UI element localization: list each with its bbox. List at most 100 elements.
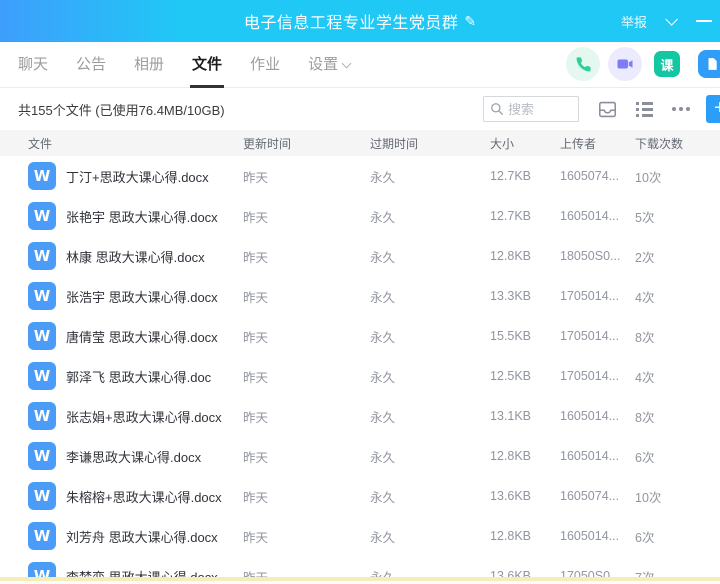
file-expire: 永久: [370, 367, 490, 386]
tab-chat[interactable]: 聊天: [18, 42, 48, 88]
file-uploader: 1705014...: [560, 369, 635, 383]
file-name: 张志娟+思政大课心得.docx: [66, 407, 222, 426]
table-header: 文件 更新时间 过期时间 大小 上传者 下载次数: [0, 130, 720, 156]
file-size: 12.7KB: [490, 209, 560, 223]
col-size[interactable]: 大小: [490, 135, 560, 152]
word-doc-icon: W: [28, 442, 56, 470]
word-doc-icon: W: [28, 402, 56, 430]
file-name: 丁汀+思政大课心得.docx: [66, 167, 209, 186]
tab-settings-label: 设置: [308, 56, 338, 73]
file-downloads: 6次: [635, 447, 720, 466]
col-downloads[interactable]: 下载次数: [635, 135, 720, 152]
col-uploader[interactable]: 上传者: [560, 135, 635, 152]
table-row[interactable]: W 张艳宇 思政大课心得.docx 昨天 永久 12.7KB 1605014..…: [0, 196, 720, 236]
file-uploader: 1605074...: [560, 489, 635, 503]
chevron-down-icon: [342, 58, 352, 68]
word-doc-icon: W: [28, 162, 56, 190]
search-input[interactable]: [508, 102, 570, 117]
file-expire: 永久: [370, 207, 490, 226]
file-name: 林康 思政大课心得.docx: [66, 247, 205, 266]
file-name: 郭泽飞 思政大课心得.doc: [66, 367, 211, 386]
video-camera-icon: [616, 55, 634, 73]
download-tray-button[interactable]: [598, 101, 617, 118]
tab-files[interactable]: 文件: [192, 42, 222, 88]
list-view-icon: [636, 102, 653, 105]
file-downloads: 8次: [635, 407, 720, 426]
file-updated: 昨天: [243, 407, 370, 426]
file-downloads: 4次: [635, 367, 720, 386]
file-size: 12.5KB: [490, 369, 560, 383]
tab-settings[interactable]: 设置: [308, 42, 350, 88]
file-uploader: 18050S0...: [560, 249, 635, 263]
table-row[interactable]: W 朱榕榕+思政大课心得.docx 昨天 永久 13.6KB 1605074..…: [0, 476, 720, 516]
qq-group-file-window: 电子信息工程专业学生党员群 ✎ 举报 聊天 公告 相册 文件 作业 设置: [0, 0, 720, 584]
file-uploader: 1605014...: [560, 529, 635, 543]
file-updated: 昨天: [243, 367, 370, 386]
col-file[interactable]: 文件: [28, 135, 243, 152]
word-doc-icon: W: [28, 522, 56, 550]
table-row[interactable]: W 刘芳舟 思政大课心得.docx 昨天 永久 12.8KB 1605014..…: [0, 516, 720, 556]
col-updated[interactable]: 更新时间: [243, 135, 370, 152]
file-updated: 昨天: [243, 167, 370, 186]
file-updated: 昨天: [243, 487, 370, 506]
list-view-button[interactable]: [636, 102, 653, 117]
inbox-tray-icon: [598, 101, 617, 118]
report-button[interactable]: 举报: [621, 12, 647, 31]
file-uploader: 1705014...: [560, 329, 635, 343]
file-size: 13.3KB: [490, 289, 560, 303]
docs-icon[interactable]: [698, 50, 720, 78]
table-row[interactable]: W 丁汀+思政大课心得.docx 昨天 永久 12.7KB 1605074...…: [0, 156, 720, 196]
table-row[interactable]: W 张浩宇 思政大课心得.docx 昨天 永久 13.3KB 1705014..…: [0, 276, 720, 316]
file-downloads: 8次: [635, 327, 720, 346]
file-downloads: 2次: [635, 247, 720, 266]
tab-homework[interactable]: 作业: [250, 42, 280, 88]
file-expire: 永久: [370, 407, 490, 426]
voice-call-button[interactable]: [566, 47, 600, 81]
table-row[interactable]: W 林康 思政大课心得.docx 昨天 永久 12.8KB 18050S0...…: [0, 236, 720, 276]
file-size: 12.7KB: [490, 169, 560, 183]
col-expire[interactable]: 过期时间: [370, 135, 490, 152]
doc-glyph-icon: [705, 57, 719, 71]
phone-icon: [575, 56, 592, 73]
upload-file-button[interactable]: +: [706, 95, 720, 123]
file-name: 张艳宇 思政大课心得.docx: [66, 207, 218, 226]
file-expire: 永久: [370, 487, 490, 506]
table-row[interactable]: W 郭泽飞 思政大课心得.doc 昨天 永久 12.5KB 1705014...…: [0, 356, 720, 396]
minimize-button[interactable]: [696, 20, 712, 22]
titlebar: 电子信息工程专业学生党员群 ✎ 举报: [0, 0, 720, 42]
call-icons-group: 课: [566, 47, 720, 81]
table-row[interactable]: W 张志娟+思政大课心得.docx 昨天 永久 13.1KB 1605014..…: [0, 396, 720, 436]
search-box[interactable]: [483, 96, 579, 122]
file-size: 12.8KB: [490, 249, 560, 263]
file-downloads: 10次: [635, 167, 720, 186]
word-doc-icon: W: [28, 482, 56, 510]
file-toolbar: 共155个文件 (已使用76.4MB/10GB): [0, 88, 720, 130]
file-expire: 永久: [370, 447, 490, 466]
file-name: 刘芳舟 思政大课心得.docx: [66, 527, 218, 546]
word-doc-icon: W: [28, 322, 56, 350]
file-uploader: 1605014...: [560, 449, 635, 463]
more-options-button[interactable]: [672, 107, 690, 111]
file-downloads: 4次: [635, 287, 720, 306]
file-size: 12.8KB: [490, 449, 560, 463]
file-size: 13.6KB: [490, 489, 560, 503]
course-button[interactable]: 课: [654, 51, 680, 77]
file-count-summary: 共155个文件 (已使用76.4MB/10GB): [18, 100, 225, 119]
file-expire: 永久: [370, 287, 490, 306]
file-updated: 昨天: [243, 287, 370, 306]
video-call-button[interactable]: [608, 47, 642, 81]
file-downloads: 5次: [635, 207, 720, 226]
tab-album[interactable]: 相册: [134, 42, 164, 88]
file-expire: 永久: [370, 527, 490, 546]
file-list: W 丁汀+思政大课心得.docx 昨天 永久 12.7KB 1605074...…: [0, 156, 720, 584]
tab-announcement[interactable]: 公告: [76, 42, 106, 88]
file-updated: 昨天: [243, 247, 370, 266]
file-expire: 永久: [370, 247, 490, 266]
table-row[interactable]: W 李谦思政大课心得.docx 昨天 永久 12.8KB 1605014... …: [0, 436, 720, 476]
table-row[interactable]: W 唐倩莹 思政大课心得.docx 昨天 永久 15.5KB 1705014..…: [0, 316, 720, 356]
file-uploader: 1605014...: [560, 209, 635, 223]
edit-title-icon[interactable]: ✎: [464, 13, 476, 30]
file-uploader: 1605074...: [560, 169, 635, 183]
file-size: 12.8KB: [490, 529, 560, 543]
chevron-down-icon[interactable]: [665, 13, 678, 26]
